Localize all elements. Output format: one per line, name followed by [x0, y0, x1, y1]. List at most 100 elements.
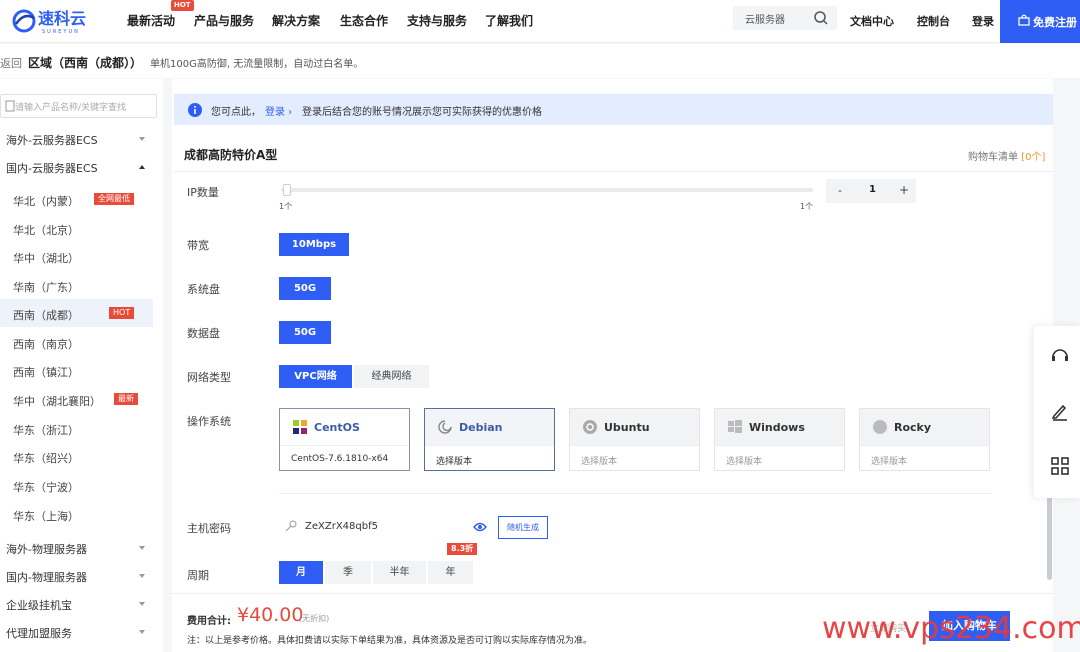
divider [570, 445, 699, 446]
sidebar-item-xiangyang[interactable]: 华中（湖北襄阳） 最新 [0, 385, 153, 413]
sidebar-group-overseas-ecs[interactable]: 海外-云服务器ECS [0, 125, 163, 153]
console-link[interactable]: 控制台 [917, 13, 950, 29]
nav-latest-events[interactable]: 最新活动 [127, 12, 175, 29]
sidebar-item-zhejiang[interactable]: 华东（浙江） [0, 414, 153, 442]
os-version-select[interactable]: CentOS-7.6.1810-x64 [291, 454, 388, 464]
increment-button[interactable]: + [899, 183, 909, 197]
os-version-select[interactable]: 选择版本 [726, 454, 762, 467]
divider [425, 445, 554, 446]
ip-slider-track[interactable] [281, 188, 813, 192]
customer-service-icon[interactable] [1050, 346, 1070, 366]
sidebar-item-hubei[interactable]: 华中（湖北） [0, 242, 153, 270]
rocky-icon [873, 420, 887, 434]
sidebar-item-zhenjiang[interactable]: 西南（镇江） [0, 356, 153, 384]
sidebar-search-input[interactable]: 请输入产品名称/关键字查找 [0, 94, 157, 118]
sidebar-search-placeholder: 请输入产品名称/关键字查找 [15, 103, 127, 113]
sidebar-item-guangdong[interactable]: 华南（广东） [0, 271, 153, 299]
period-month-option[interactable]: 月 [279, 561, 323, 584]
data-disk-label: 数据盘 [187, 327, 220, 340]
eye-icon[interactable] [473, 521, 487, 533]
windows-icon [728, 420, 742, 433]
key-icon [285, 520, 297, 532]
newest-badge: 最新 [114, 393, 138, 405]
os-card-debian[interactable]: Debian 选择版本 [424, 408, 555, 471]
nav-ecosystem[interactable]: 生态合作 [340, 12, 388, 29]
period-quarter-option[interactable]: 季 [325, 561, 371, 584]
group-label: 国内-物理服务器 [6, 571, 87, 584]
sidebar-group-domestic-ecs[interactable]: 国内-云服务器ECS [0, 153, 163, 181]
nav-about[interactable]: 了解我们 [485, 12, 533, 29]
caret-down-icon [139, 630, 145, 634]
network-vpc-option[interactable]: VPC网络 [279, 365, 352, 388]
divider [860, 445, 989, 446]
sidebar-item-ningbo[interactable]: 华东（宁波） [0, 471, 153, 499]
sidebar-group-domestic-physical[interactable]: 国内-物理服务器 [0, 562, 163, 590]
sidebar-item-shanghai[interactable]: 华东（上海） [0, 500, 153, 528]
system-disk-label: 系统盘 [187, 283, 220, 296]
total-note: (无折扣) [299, 614, 330, 623]
period-halfyear-option[interactable]: 半年 [373, 561, 426, 584]
cart-list-link[interactable]: 购物车清单 [0个] [968, 148, 1045, 163]
sidebar-item-label: 华东（绍兴） [13, 452, 79, 465]
search-input[interactable]: 云服务器 [745, 11, 785, 26]
nav-solutions[interactable]: 解决方案 [272, 12, 320, 29]
system-disk-option[interactable]: 50G [279, 277, 331, 300]
data-disk-option[interactable]: 50G [279, 321, 331, 344]
edit-icon[interactable] [1050, 401, 1070, 421]
generate-password-button[interactable]: 随机生成 [498, 516, 548, 539]
login-notice: 您可点此， 登录 › 登录后结合您的账号情况展示您可实际获得的优惠价格 [174, 94, 1053, 125]
shopping-bag-icon [1018, 14, 1030, 26]
login-link[interactable]: 登录 [972, 13, 994, 29]
ip-slider-handle[interactable] [283, 184, 291, 196]
back-link[interactable]: 返回 [0, 55, 22, 71]
os-version-select[interactable]: 选择版本 [436, 454, 472, 467]
search-box[interactable]: 云服务器 [733, 6, 837, 30]
nav-support[interactable]: 支持与服务 [407, 12, 467, 29]
sidebar-item-neimeng[interactable]: 华北（内蒙） 全网最低 [0, 185, 153, 213]
sidebar-item-beijing[interactable]: 华北（北京） [0, 214, 153, 242]
os-name: Rocky [894, 421, 932, 434]
network-classic-option[interactable]: 经典网络 [354, 365, 429, 388]
ubuntu-icon [583, 420, 597, 434]
top-navbar: 速科云 SUREYUN 最新活动 HOT 产品与服务 解决方案 生态合作 支持与… [0, 0, 1080, 43]
sidebar-item-chengdu[interactable]: 西南（成都） HOT [0, 299, 153, 327]
period-year-option[interactable]: 年 [428, 561, 473, 584]
quantity-value[interactable]: 1 [869, 184, 876, 195]
os-version-select[interactable]: 选择版本 [581, 454, 617, 467]
sidebar-item-shaoxing[interactable]: 华东（绍兴） [0, 442, 153, 470]
os-card-centos[interactable]: CentOS CentOS-7.6.1810-x64 [279, 408, 410, 471]
register-button[interactable]: 免费注册 [1000, 0, 1080, 43]
sidebar-group-reseller[interactable]: 代理加盟服务 [0, 618, 163, 646]
ip-quantity-stepper: - 1 + [826, 179, 916, 203]
caret-down-icon [139, 574, 145, 578]
sidebar-group-overseas-physical[interactable]: 海外-物理服务器 [0, 534, 163, 562]
password-field[interactable]: ZeXZrX48qbf5 [279, 515, 461, 539]
bandwidth-option[interactable]: 10Mbps [279, 233, 349, 256]
sidebar-item-label: 西南（成都） [13, 309, 79, 322]
breadcrumb-bar: 返回 区域（西南（成都）） 单机100G高防御, 无流量限制，自动过白名单。 [0, 44, 1080, 78]
qrcode-icon[interactable] [1050, 456, 1070, 476]
nav-products[interactable]: 产品与服务 [194, 12, 254, 29]
hot-badge: HOT [109, 307, 135, 319]
logo-subtext: SUREYUN [42, 29, 80, 35]
os-version-select[interactable]: 选择版本 [871, 454, 907, 467]
os-card-rocky[interactable]: Rocky 选择版本 [859, 408, 990, 471]
region-description: 单机100G高防御, 无流量限制，自动过白名单。 [150, 59, 364, 70]
os-name: Windows [749, 421, 805, 434]
floating-toolbar [1034, 326, 1080, 498]
os-card-windows[interactable]: Windows 选择版本 [714, 408, 845, 471]
info-icon [188, 103, 202, 117]
group-label: 企业级挂机宝 [6, 599, 72, 612]
sidebar-item-label: 西南（镇江） [13, 366, 79, 379]
search-icon[interactable] [813, 10, 829, 26]
decrement-button[interactable]: - [838, 184, 842, 197]
total-price: ¥40.00 [237, 604, 304, 626]
sureyun-logo[interactable]: 速科云 SUREYUN [10, 6, 110, 36]
os-card-ubuntu[interactable]: Ubuntu 选择版本 [569, 408, 700, 471]
logo-text: 速科云 [38, 9, 86, 28]
docs-link[interactable]: 文档中心 [850, 13, 894, 29]
sidebar-group-enterprise-hosting[interactable]: 企业级挂机宝 [0, 590, 163, 618]
watermark: www.vps234.com [822, 611, 1080, 646]
sidebar-item-nanjing[interactable]: 西南（南京） [0, 328, 153, 356]
notice-login-link[interactable]: 登录 › [265, 103, 292, 118]
